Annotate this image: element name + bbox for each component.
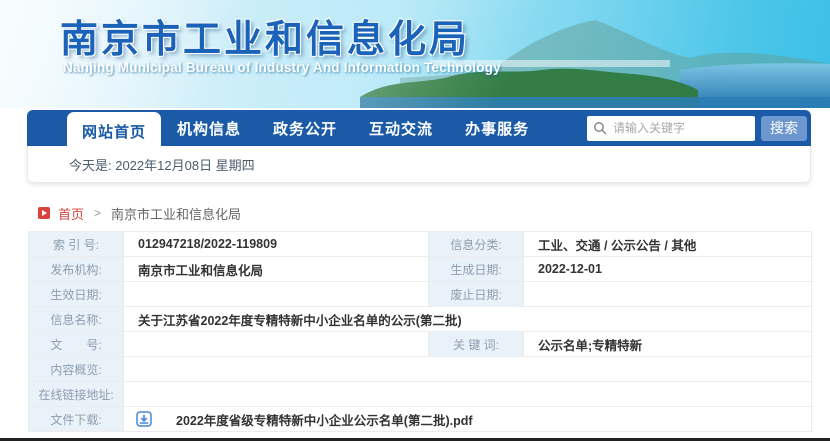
info-table: 索 引 号: 012947218/2022-119809 信息分类: 工业、交通… (28, 231, 812, 432)
label-publisher: 发布机构: (29, 257, 124, 282)
download-file-link[interactable]: 2022年度省级专精特新中小企业公示名单(第二批).pdf (176, 410, 473, 429)
site-subtitle: Nanjing Municipal Bureau of Industry And… (63, 60, 501, 75)
label-generate-date: 生成日期: (429, 257, 524, 282)
value-publisher: 南京市工业和信息化局 (124, 257, 429, 282)
tab-org-info[interactable]: 机构信息 (177, 118, 241, 139)
site-title: 南京市工业和信息化局 (60, 19, 471, 61)
value-doc-number (124, 332, 429, 357)
label-doc-number: 文 号: (29, 332, 124, 357)
value-index-number: 012947218/2022-119809 (124, 232, 429, 257)
value-content-overview (124, 357, 812, 382)
label-online-link: 在线链接地址: (29, 382, 124, 407)
value-generate-date: 2022-12-01 (524, 257, 812, 282)
value-abolish-date (524, 282, 812, 307)
value-info-category: 工业、交通 / 公示公告 / 其他 (524, 232, 812, 257)
label-effective-date: 生效日期: (29, 282, 124, 307)
label-index-number: 索 引 号: (29, 232, 124, 257)
file-download-cell: 2022年度省级专精特新中小企业公示名单(第二批).pdf (124, 407, 812, 432)
search-area: 搜索 (587, 115, 807, 141)
label-info-name: 信息名称: (29, 307, 124, 332)
date-bar: 今天是: 2022年12月08日 星期四 (27, 146, 811, 183)
value-info-name: 关于江苏省2022年度专精特新中小企业名单的公示(第二批) (124, 307, 812, 332)
tab-services[interactable]: 办事服务 (465, 118, 529, 139)
search-button[interactable]: 搜索 (761, 115, 807, 141)
breadcrumb-separator: > (94, 206, 102, 220)
window-bottom-edge (0, 438, 830, 441)
download-icon[interactable] (136, 411, 152, 427)
search-input[interactable] (613, 121, 768, 135)
search-icon (593, 121, 607, 135)
tab-interaction[interactable]: 互动交流 (369, 118, 433, 139)
tab-gov-disclosure[interactable]: 政务公开 (273, 118, 337, 139)
tab-home[interactable]: 网站首页 (67, 112, 162, 150)
label-content-overview: 内容概览: (29, 357, 124, 382)
value-online-link (124, 382, 812, 407)
nav-card: 网站首页 机构信息 政务公开 互动交流 办事服务 搜索 今天是: 2022年12… (27, 110, 811, 183)
label-file-download: 文件下载: (29, 407, 124, 432)
breadcrumb-current: 南京市工业和信息化局 (111, 206, 242, 222)
value-effective-date (124, 282, 429, 307)
label-abolish-date: 废止日期: (429, 282, 524, 307)
search-field-wrap (587, 115, 768, 141)
current-date-text: 今天是: 2022年12月08日 星期四 (69, 157, 255, 173)
value-keywords: 公示名单;专精特新 (524, 332, 812, 357)
label-info-category: 信息分类: (429, 232, 524, 257)
breadcrumb: 首页 > 南京市工业和信息化局 (38, 204, 242, 223)
label-keywords: 关 键 词: (429, 332, 524, 357)
breadcrumb-home-link[interactable]: 首页 (58, 204, 84, 223)
home-arrow-icon (38, 207, 50, 219)
site-banner: 南京市工业和信息化局 Nanjing Municipal Bureau of I… (0, 0, 830, 108)
main-navigation: 网站首页 机构信息 政务公开 互动交流 办事服务 搜索 (27, 110, 811, 150)
